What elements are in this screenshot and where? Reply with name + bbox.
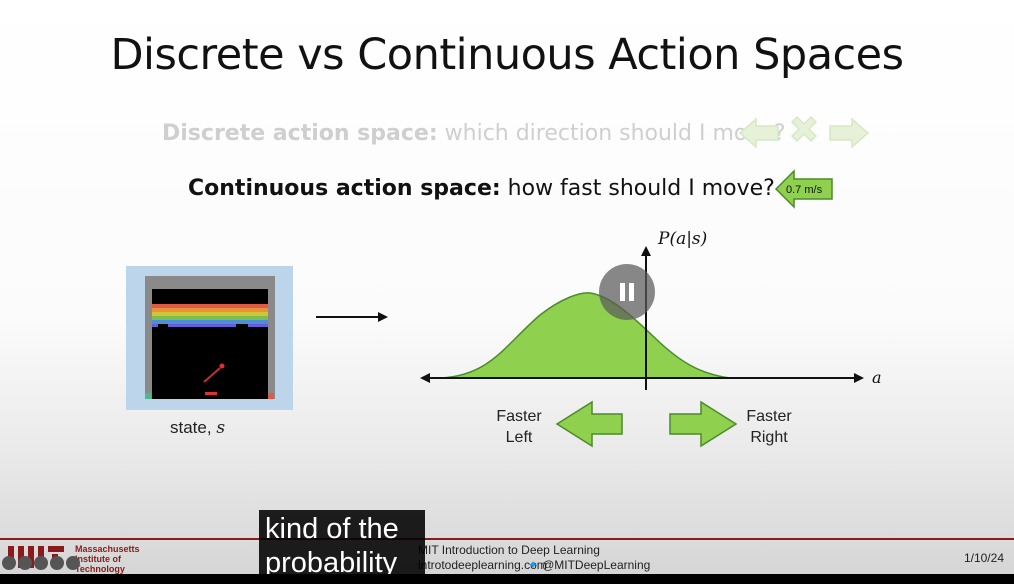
pause-button[interactable] — [599, 264, 655, 320]
left-arrow-icon — [738, 117, 779, 149]
faster-right-line1: Faster — [746, 408, 792, 425]
x-icon — [790, 115, 818, 143]
faster-right-line2: Right — [750, 429, 788, 446]
player-controls — [2, 556, 80, 572]
y-axis-label: P(a|s) — [657, 229, 707, 249]
zoom-icon[interactable] — [18, 556, 32, 570]
faster-left-line1: Faster — [496, 408, 542, 425]
faster-right-label: Faster Right — [744, 406, 794, 448]
twitter-text: @MITDeepLearning — [542, 558, 651, 572]
video-caption: kind of the probability — [259, 510, 425, 580]
state-label: state, s — [170, 418, 225, 438]
slide-date: 1/10/24 — [963, 551, 1004, 565]
twitter-icon: ✦ — [528, 558, 539, 572]
gaussian-curve — [439, 292, 731, 379]
game-state-image — [126, 266, 293, 410]
twitter-handle: ✦ @MITDeepLearning — [528, 558, 650, 572]
mit-wordmark: Massachusetts Institute of Technology — [75, 544, 140, 574]
forward-icon[interactable] — [66, 556, 80, 570]
slide-footer: Massachusetts Institute of Technology MI… — [0, 538, 1014, 574]
slide: Discrete vs Continuous Action Spaces Dis… — [0, 0, 1014, 584]
state-symbol: s — [216, 418, 226, 438]
speed-badge-text: 0.7 m/s — [786, 184, 823, 196]
speed-badge: 0.7 m/s — [774, 169, 833, 209]
settings-icon[interactable] — [50, 556, 64, 570]
faster-left-arrow-icon — [555, 400, 623, 448]
back-icon[interactable] — [2, 556, 16, 570]
diagram: 0.7 m/s P(a|s) a — [126, 115, 882, 448]
state-label-text: state, — [170, 418, 217, 437]
mit-line2: Institute of — [75, 554, 121, 564]
state-to-policy-arrow — [316, 312, 388, 322]
right-arrow-icon — [829, 117, 870, 149]
cc-icon[interactable] — [34, 556, 48, 570]
policy-distribution: P(a|s) a — [420, 229, 882, 390]
caption-line1: kind of the — [265, 513, 399, 545]
faster-left-label: Faster Left — [494, 406, 544, 448]
faster-left-line2: Left — [505, 429, 533, 446]
course-name: MIT Introduction to Deep Learning — [418, 543, 600, 557]
mit-line3: Technology — [75, 564, 125, 574]
mit-line1: Massachusetts — [75, 544, 140, 554]
video-bottom-bar — [0, 574, 1014, 584]
x-axis-label: a — [872, 368, 882, 387]
faster-right-arrow-icon — [669, 400, 738, 448]
